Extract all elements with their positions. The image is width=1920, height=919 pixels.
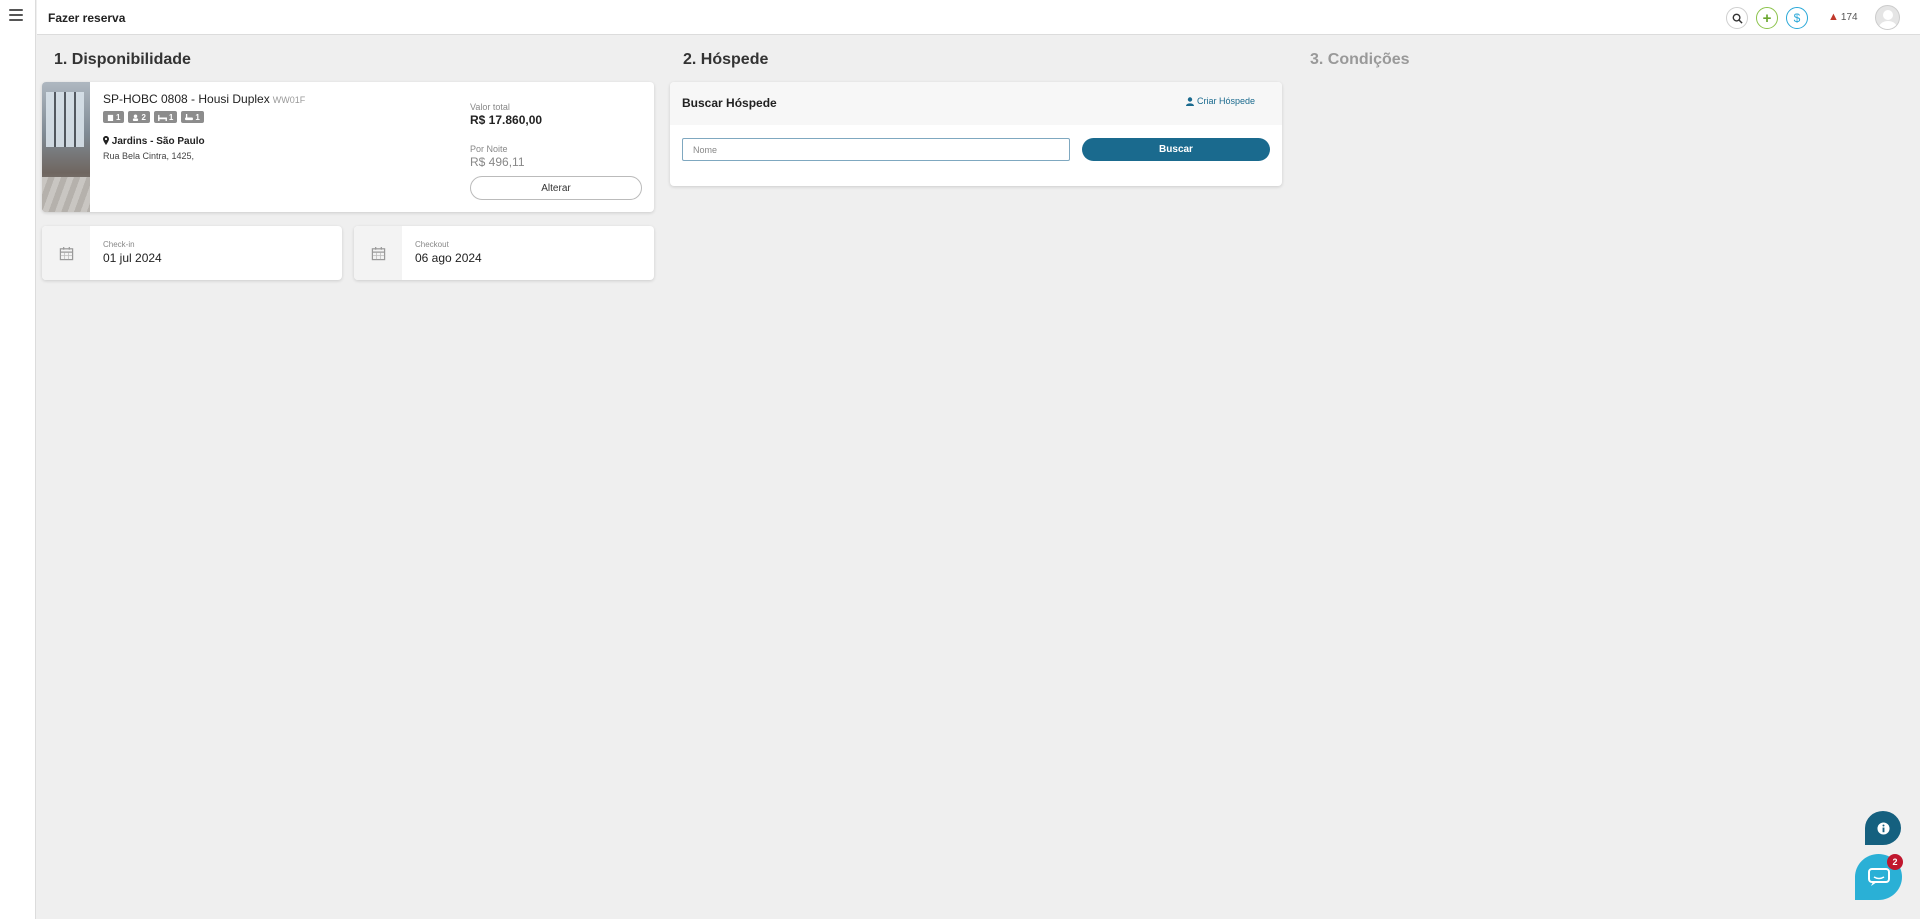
map-marker-icon bbox=[103, 136, 109, 145]
dollar-icon[interactable]: $ bbox=[1786, 7, 1808, 29]
avatar[interactable] bbox=[1875, 5, 1900, 30]
units-badge: 1 bbox=[103, 111, 125, 123]
chat-button[interactable]: 2 bbox=[1855, 854, 1903, 900]
alerts-indicator[interactable]: ▲ 174 bbox=[1828, 11, 1858, 23]
per-night-label: Por Noite bbox=[470, 144, 508, 154]
per-night-value: R$ 496,11 bbox=[470, 155, 525, 169]
guest-search-title: Buscar Hóspede bbox=[682, 96, 777, 110]
property-badges: 1 2 1 1 bbox=[103, 111, 204, 123]
property-location: Jardins - São Paulo bbox=[103, 136, 205, 147]
guest-search-header: Buscar Hóspede Criar Hóspede bbox=[670, 82, 1282, 125]
checkin-value: 01 jul 2024 bbox=[103, 251, 162, 265]
section-title-availability: 1. Disponibilidade bbox=[54, 51, 191, 68]
search-button[interactable]: Buscar bbox=[1082, 138, 1270, 161]
chat-badge: 2 bbox=[1887, 854, 1903, 870]
property-name: SP-HOBC 0808 - Housi Duplex WW01F bbox=[103, 92, 306, 106]
property-code: WW01F bbox=[272, 95, 306, 105]
user-icon bbox=[133, 113, 139, 121]
checkin-card[interactable]: Check-in 01 jul 2024 bbox=[42, 226, 342, 280]
guest-name-input[interactable] bbox=[682, 138, 1070, 161]
property-address: Rua Bela Cintra, 1425, bbox=[103, 151, 195, 161]
top-bar: Fazer reserva + $ ▲ 174 bbox=[37, 0, 1920, 35]
sidebar bbox=[0, 0, 36, 919]
total-value: R$ 17.860,00 bbox=[470, 113, 543, 127]
checkin-label: Check-in bbox=[103, 240, 135, 249]
plus-icon[interactable]: + bbox=[1756, 7, 1778, 29]
checkout-label: Checkout bbox=[415, 240, 449, 249]
building-icon bbox=[107, 114, 114, 121]
bath-icon bbox=[185, 113, 194, 120]
guest-search-card: Buscar Hóspede Criar Hóspede Buscar bbox=[670, 82, 1282, 186]
property-image bbox=[42, 82, 90, 212]
user-icon bbox=[1186, 96, 1194, 106]
guests-badge: 2 bbox=[128, 111, 150, 123]
search-icon[interactable] bbox=[1726, 7, 1748, 29]
alert-count: 174 bbox=[1840, 11, 1858, 23]
beds-badge: 1 bbox=[153, 111, 178, 123]
warning-icon: ▲ bbox=[1828, 11, 1839, 23]
info-button[interactable] bbox=[1865, 811, 1901, 845]
section-title-conditions[interactable]: 3. Condições bbox=[1310, 51, 1410, 69]
checkout-card[interactable]: Checkout 06 ago 2024 bbox=[354, 226, 654, 280]
baths-badge: 1 bbox=[181, 111, 204, 123]
checkout-value: 06 ago 2024 bbox=[415, 251, 482, 265]
section-title-guest: 2. Hóspede bbox=[683, 51, 769, 68]
total-value-label: Valor total bbox=[470, 102, 510, 112]
page-title: Fazer reserva bbox=[48, 11, 126, 25]
info-icon bbox=[1876, 821, 1890, 835]
calendar-icon bbox=[42, 226, 90, 280]
calendar-icon bbox=[354, 226, 402, 280]
create-guest-link[interactable]: Criar Hóspede bbox=[1186, 96, 1255, 106]
chat-icon bbox=[1867, 868, 1890, 886]
change-button[interactable]: Alterar bbox=[470, 176, 642, 200]
menu-icon[interactable] bbox=[9, 9, 23, 21]
bed-icon bbox=[158, 114, 167, 121]
property-card: SP-HOBC 0808 - Housi Duplex WW01F 1 2 1 1… bbox=[42, 82, 654, 212]
